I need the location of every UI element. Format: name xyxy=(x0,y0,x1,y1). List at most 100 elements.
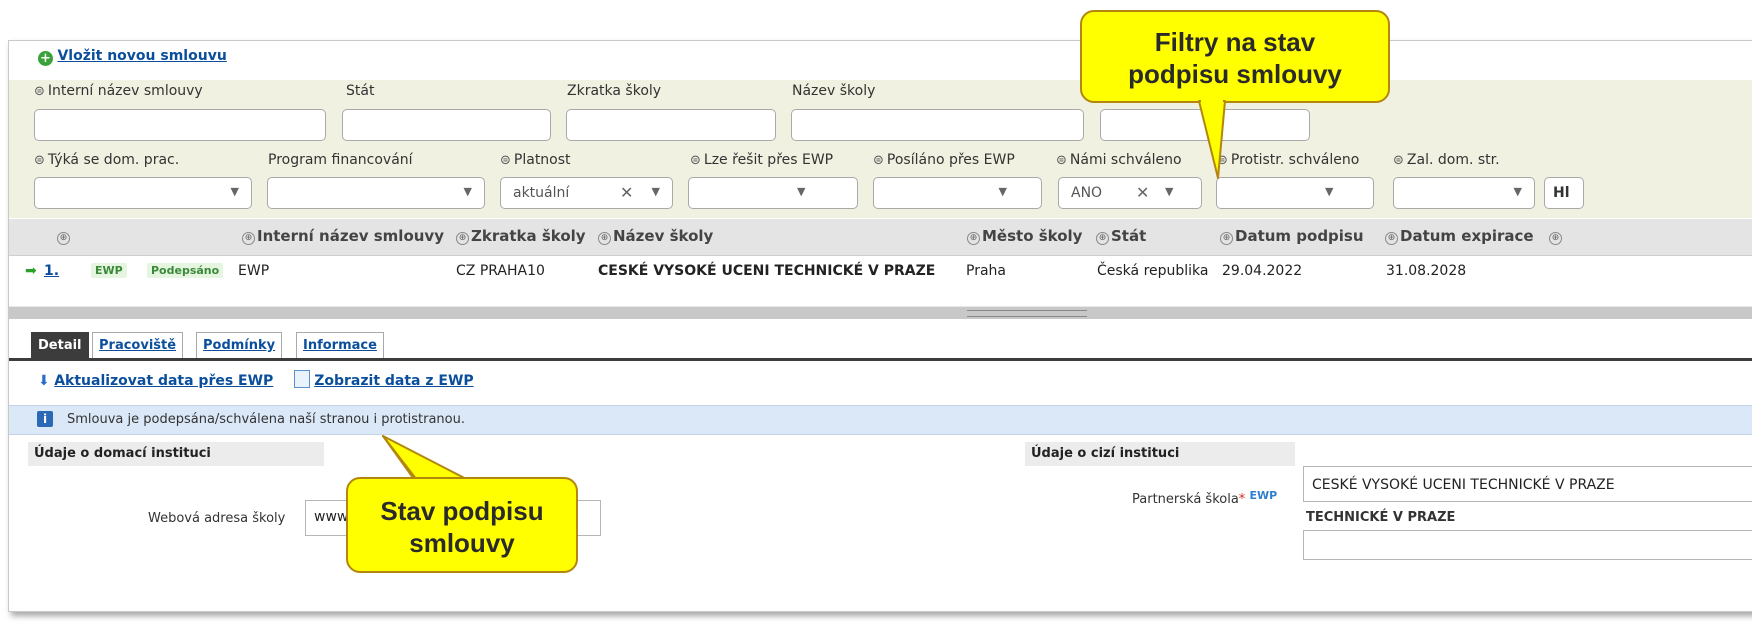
filter-icon: ⊜ xyxy=(500,153,511,168)
filters-callout: Filtry na stav podpisu smlouvy xyxy=(1080,10,1390,103)
approved-partner-select[interactable]: ▼ xyxy=(1216,177,1374,209)
col-school-name[interactable]: ⊕ Název školy xyxy=(598,227,713,245)
status-badge: Podepsáno xyxy=(147,263,224,278)
scrollbar-thumb[interactable] xyxy=(967,310,1087,317)
sort-icon: ⊕ xyxy=(242,232,255,245)
clear-icon[interactable]: ✕ xyxy=(620,183,633,202)
chevron-down-icon: ▼ xyxy=(463,185,472,198)
cell-internal-name: EWP xyxy=(238,263,270,279)
foreign-institution-header: Údaje o cizí instituci xyxy=(1025,442,1295,466)
document-icon xyxy=(293,370,310,388)
current-row-arrow-icon: ➡ xyxy=(25,263,37,279)
callout-line: Filtry na stav xyxy=(1154,27,1316,57)
approved-us-select[interactable]: ANO ✕ ▼ xyxy=(1058,177,1202,209)
ewp-solvable-select[interactable]: ▼ xyxy=(688,177,858,209)
sort-icon: ⊕ xyxy=(456,232,469,245)
web-address-label: Webová adresa školy xyxy=(148,511,286,526)
country-input[interactable] xyxy=(342,109,551,141)
filter-icon: ⊜ xyxy=(1056,153,1067,168)
filter-label-funding: Program financování xyxy=(268,152,413,168)
school-abbr-input[interactable] xyxy=(566,109,776,141)
partner-school-label: Partnerská škola* EWP xyxy=(1132,489,1278,507)
show-ewp-link[interactable]: Zobrazit data z EWP xyxy=(314,373,473,389)
sort-icon: ⊕ xyxy=(598,232,611,245)
new-contract-label[interactable]: Vložit novou smlouvu xyxy=(57,48,226,64)
grid-header: ⊕ ⊕ Interní název smlouvy ⊕ Zkratka školy … xyxy=(9,219,1752,256)
filter-label-school-name: Název školy xyxy=(792,83,876,99)
status-callout: Stav podpisu smlouvy xyxy=(346,477,578,573)
chevron-down-icon: ▼ xyxy=(1325,185,1334,198)
info-message-bar: i Smlouva je podepsána/schválena naší st… xyxy=(9,405,1752,435)
filters-callout-pointer xyxy=(1198,98,1226,179)
col-country[interactable]: ⊕ Stát xyxy=(1096,227,1146,245)
search-button[interactable]: Hl xyxy=(1544,177,1584,209)
home-work-select[interactable]: ▼ xyxy=(34,177,252,209)
filter-label-validity: ⊜ Platnost xyxy=(500,152,571,168)
chevron-down-icon: ▼ xyxy=(998,185,1007,198)
cell-school-name: CESKÉ VYSOKÉ UCENI TECHNICKÉ V PRAZE xyxy=(598,263,936,279)
tab-workplace[interactable]: Pracoviště xyxy=(92,332,184,358)
filter-label-sent-ewp: ⊜ Posíláno přes EWP xyxy=(873,152,1015,168)
table-row[interactable]: ➡ 1. EWP Podepsáno EWP CZ PRAHA10 CESKÉ … xyxy=(9,255,1752,289)
partner-school-fullname: TECHNICKÉ V PRAZE xyxy=(1306,510,1456,525)
tab-detail[interactable]: Detail xyxy=(31,332,89,358)
filter-label-school-abbr: Zkratka školy xyxy=(567,83,662,99)
filter-icon: ⊜ xyxy=(34,153,45,168)
callout-line: Stav podpisu xyxy=(380,496,544,526)
expand-all-icon[interactable]: ⊕ xyxy=(57,227,72,245)
col-school-abbr[interactable]: ⊕ Zkratka školy xyxy=(456,227,586,245)
filter-label-internal-name: ⊜ Interní název smlouvy xyxy=(34,83,203,99)
filter-label-country: Stát xyxy=(346,83,375,99)
row-number-link[interactable]: 1. xyxy=(44,263,59,279)
filter-label-approved-us: ⊜ Námi schváleno xyxy=(1056,152,1182,168)
chevron-down-icon: ▼ xyxy=(230,185,239,198)
col-signed-date[interactable]: ⊕ Datum podpisu xyxy=(1220,227,1364,245)
approved-us-value: ANO xyxy=(1071,185,1103,201)
filter-label-home-page: ⊜ Zal. dom. str. xyxy=(1393,152,1500,168)
partner-school-secondary-field[interactable] xyxy=(1303,530,1752,560)
filter-icon: ⊜ xyxy=(34,84,45,99)
tab-conditions[interactable]: Podmínky xyxy=(196,332,283,358)
col-more[interactable]: ⊕ xyxy=(1549,227,1564,245)
callout-line: podpisu smlouvy xyxy=(1128,59,1342,89)
partner-ewp-marker: EWP xyxy=(1249,489,1278,502)
school-name-input[interactable] xyxy=(791,109,1084,141)
callout-line: smlouvy xyxy=(409,528,515,558)
tab-information[interactable]: Informace xyxy=(296,332,384,358)
filter-label-home-work: ⊜ Týká se dom. prac. xyxy=(34,152,180,168)
detail-tabs: Detail Pracoviště Podmínky Informace xyxy=(9,332,1752,361)
sent-ewp-select[interactable]: ▼ xyxy=(873,177,1042,209)
cell-signed-date: 29.04.2022 xyxy=(1222,263,1303,279)
ewp-badge: EWP xyxy=(91,263,127,278)
update-ewp-link[interactable]: Aktualizovat data přes EWP xyxy=(54,373,273,389)
sort-icon: ⊕ xyxy=(967,232,980,245)
col-city[interactable]: ⊕ Město školy xyxy=(967,227,1082,245)
cell-city: Praha xyxy=(966,263,1006,279)
filter-label-ewp-solvable: ⊜ Lze řešit přes EWP xyxy=(690,152,834,168)
filter-icon: ⊜ xyxy=(1393,153,1404,168)
col-expire-date[interactable]: ⊕ Datum expirace xyxy=(1385,227,1534,245)
chevron-down-icon: ▼ xyxy=(651,185,660,198)
download-arrow-icon: ⬇ xyxy=(38,373,50,389)
sort-icon: ⊕ xyxy=(1385,232,1398,245)
clear-icon[interactable]: ✕ xyxy=(1136,183,1149,202)
sort-icon: ⊕ xyxy=(1096,232,1109,245)
funding-select[interactable]: ▼ xyxy=(267,177,485,209)
action-bar: ⬇ Aktualizovat data přes EWP Zobrazit da… xyxy=(38,370,474,389)
sort-icon: ⊕ xyxy=(1220,232,1233,245)
new-contract-link[interactable]: + Vložit novou smlouvu xyxy=(38,48,227,66)
info-message-text: Smlouva je podepsána/schválena naší stra… xyxy=(67,412,465,427)
cell-expire-date: 31.08.2028 xyxy=(1386,263,1467,279)
cell-country: Česká republika xyxy=(1097,263,1209,279)
validity-select[interactable]: aktuální ✕ ▼ xyxy=(500,177,673,209)
sort-icon: ⊕ xyxy=(1549,232,1562,245)
col-internal-name[interactable]: ⊕ Interní název smlouvy xyxy=(242,227,444,245)
filter-icon: ⊜ xyxy=(873,153,884,168)
plus-circle-icon: + xyxy=(38,51,53,66)
horizontal-scrollbar[interactable] xyxy=(9,306,1752,319)
chevron-down-icon: ▼ xyxy=(797,185,806,198)
home-page-select[interactable]: ▼ xyxy=(1393,177,1535,209)
cell-school-abbr: CZ PRAHA10 xyxy=(456,263,545,279)
internal-name-input[interactable] xyxy=(34,109,326,141)
partner-school-select[interactable]: CESKÉ VYSOKÉ UCENI TECHNICKÉ V PRAZE xyxy=(1303,466,1752,502)
